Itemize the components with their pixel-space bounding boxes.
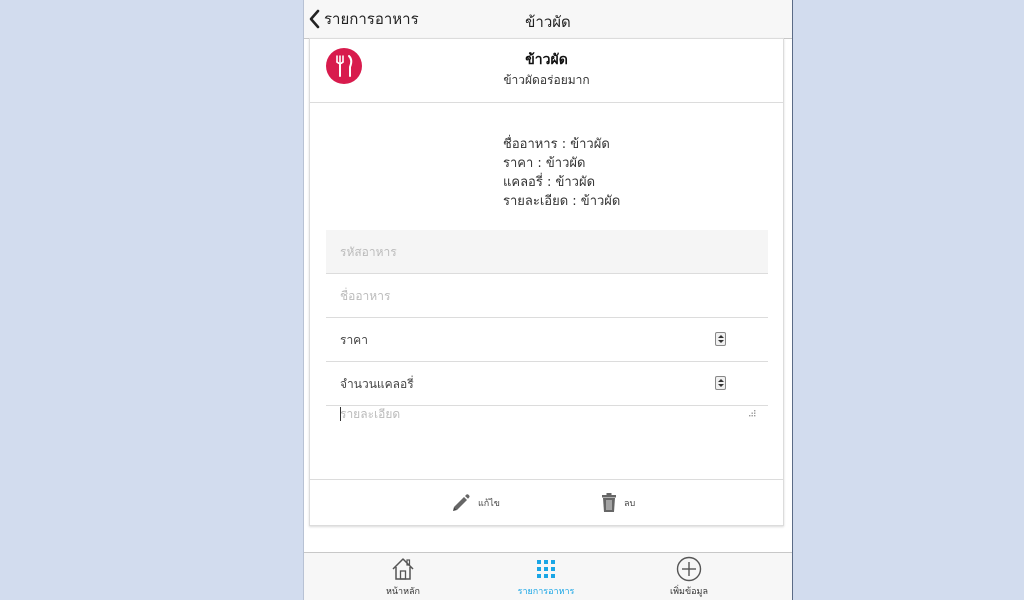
grid-icon [537,560,555,578]
trash-icon [602,493,616,512]
food-code-input[interactable] [326,230,768,273]
pencil-icon [453,494,470,511]
decrement-arrow-icon[interactable] [718,340,724,343]
delete-label: ลบ [624,499,636,509]
price-label: ราคา [340,333,368,347]
tab-home-label: หน้าหลัก [385,587,421,597]
increment-arrow-icon[interactable] [718,335,724,338]
food-info: ชื่ออาหาร : ข้าวผัด ราคา : ข้าวผัด แคลอร… [503,135,620,211]
food-code-field[interactable] [326,230,768,274]
bottom-tabbar: หน้าหลัก รายการอาหาร เพิ่มข้อมูล [304,552,792,600]
calorie-stepper[interactable] [715,376,726,390]
resize-handle-icon[interactable] [748,409,756,417]
detail-textarea[interactable] [326,399,768,477]
tab-food-list[interactable]: รายการอาหาร [496,556,596,598]
app-frame: รายการอาหาร ข้าวผัด ข้าวผัด ข้าวผัดอร่อย… [303,0,793,600]
card-header: ข้าวผัด ข้าวผัดอร่อยมาก [310,39,783,103]
edit-label: แก้ไข [478,499,500,509]
info-name: ชื่ออาหาร : ข้าวผัด [503,137,610,152]
home-icon [392,558,414,580]
delete-button[interactable]: ลบ [600,492,635,514]
calorie-label: จำนวนแคลอรี่ [340,377,414,391]
food-detail-card: ข้าวผัด ข้าวผัดอร่อยมาก ชื่ออาหาร : ข้าว… [309,38,784,526]
tab-add[interactable]: เพิ่มข้อมูล [639,556,739,598]
info-calorie: แคลอรี่ : ข้าวผัด [503,175,596,190]
info-detail: รายละเอียด : ข้าวผัด [503,194,621,209]
decrement-arrow-icon[interactable] [718,384,724,387]
food-name-field[interactable] [326,274,768,318]
card-subtitle: ข้าวผัดอร่อยมาก [503,73,590,87]
tab-food-list-label: รายการอาหาร [517,587,575,597]
price-stepper[interactable] [715,332,726,346]
card-actions: แก้ไข ลบ [310,479,783,526]
text-caret [340,407,341,421]
food-name-input[interactable] [326,274,768,317]
tab-home[interactable]: หน้าหลัก [353,556,453,598]
edit-button[interactable]: แก้ไข [450,492,500,514]
page-title: ข้าวผัด [525,13,571,31]
detail-field[interactable] [326,399,768,477]
top-navbar: รายการอาหาร ข้าวผัด [304,0,792,39]
increment-arrow-icon[interactable] [718,379,724,382]
tab-add-label: เพิ่มข้อมูล [670,587,708,597]
info-price: ราคา : ข้าวผัด [503,156,586,171]
price-field[interactable]: ราคา [326,318,768,362]
card-title: ข้าวผัด [525,52,568,68]
add-circle-icon [676,556,702,582]
